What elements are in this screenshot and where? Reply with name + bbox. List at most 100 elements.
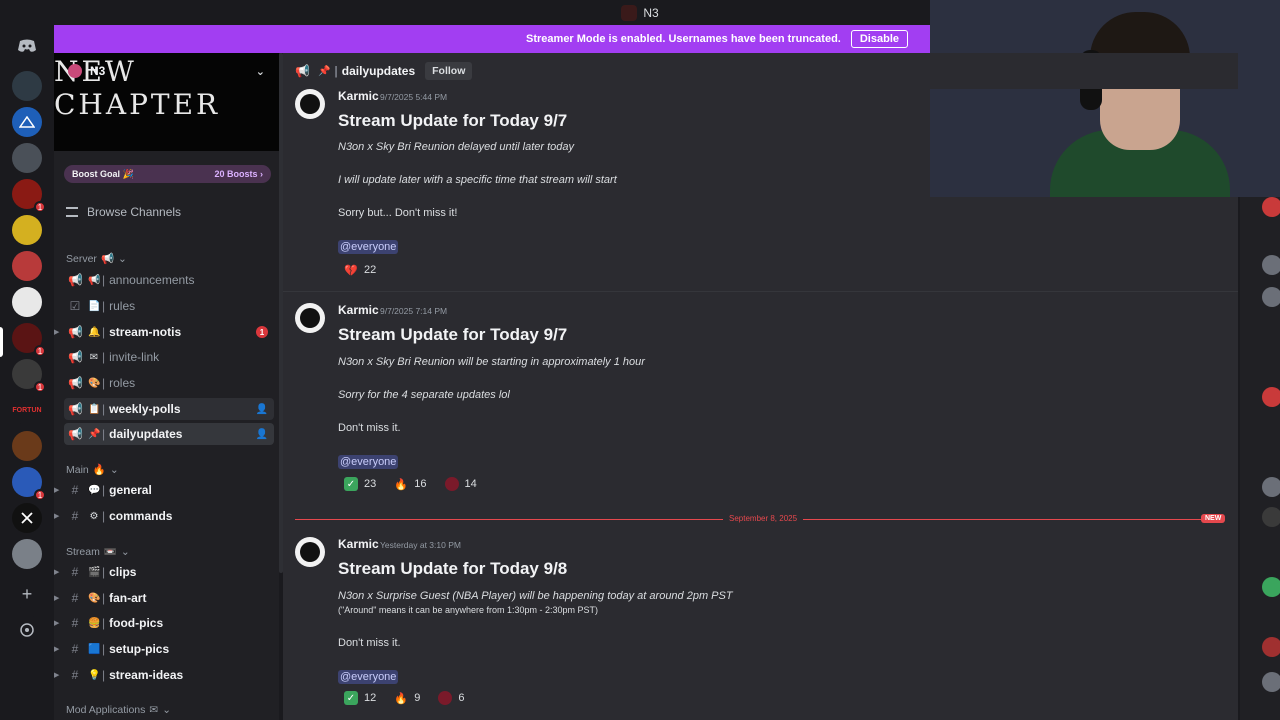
member-avatar[interactable] [1262,477,1280,497]
channel-general[interactable]: ▶ # 💬 | general [54,479,274,501]
category-label: Stream [66,545,100,558]
reactions: ✓ 12 🔥 9 6 [338,688,471,708]
reaction[interactable]: 🔥 16 [388,474,432,494]
server-icon-5[interactable] [12,215,42,245]
unread-indicator: ▶ [54,329,60,336]
member-avatar[interactable] [1262,577,1280,597]
channel-food-pics[interactable]: ▶ # 🍔 | food-pics [54,612,274,634]
boost-goal-bar[interactable]: Boost Goal 🎉 20 Boosts › [64,165,271,183]
separator: | [334,64,338,78]
channel-stream-ideas[interactable]: ▶ # 💡 | stream-ideas [54,664,274,686]
server-icon-9[interactable]: 1 [12,359,46,393]
chevron-down-icon: ⌄ [162,704,172,716]
message-author[interactable]: Karmic [338,89,379,103]
separator: | [102,565,106,579]
reaction[interactable]: ✓ 23 [338,474,382,494]
channel-emoji: 🎨 [88,377,101,389]
channel-name: setup-pics [109,642,170,656]
channel-emoji: 📌 [88,428,101,440]
server-icon-2[interactable] [12,107,42,137]
everyone-mention[interactable]: @everyone [338,670,399,684]
reaction[interactable]: ✓ 12 [338,688,382,708]
member-avatar[interactable] [1262,197,1280,217]
avatar[interactable] [295,89,325,119]
reactions: ✓ 23 🔥 16 14 [338,474,483,494]
channel-stream-notis[interactable]: ▶ 📢 🔔 | stream-notis 1 [54,321,274,343]
message-line: N3on x Sky Bri Reunion will be starting … [338,356,645,368]
disable-button[interactable]: Disable [850,30,908,48]
channel-name: rules [109,299,136,313]
server-icon-13[interactable] [12,539,42,569]
category-mod-applications[interactable]: Mod Applications ✉ ⌄ [66,704,171,716]
x-server-icon[interactable] [12,503,42,533]
server-icon-6[interactable] [12,251,42,281]
discover-icon[interactable] [12,615,42,645]
separator: | [102,350,106,364]
channel-fan-art[interactable]: ▶ # 🎨 | fan-art [54,587,274,609]
message-timestamp: 9/7/2025 7:14 PM [380,306,448,316]
server-icon-12[interactable]: 1 [12,467,46,501]
chevron-down-icon: ⌄ [109,463,119,476]
add-server-icon[interactable]: + [12,579,42,609]
category-stream[interactable]: Stream 📼 ⌄ [66,545,130,559]
channel-commands[interactable]: ▶ # ⚙ | commands [54,505,274,527]
megaphone-icon: 📢 [100,253,115,265]
browse-channels[interactable]: Browse Channels [66,205,181,219]
channel-roles[interactable]: 📢 🎨 | roles [64,372,274,394]
reaction-count: 14 [464,478,477,490]
channel-invite-link[interactable]: 📢 ✉ | invite-link [64,346,274,368]
everyone-mention[interactable]: @everyone [338,240,399,254]
category-main[interactable]: Main 🔥 ⌄ [66,463,119,477]
category-label: Main [66,463,89,476]
avatar[interactable] [295,303,325,333]
separator: | [102,642,106,656]
channel-clips[interactable]: ▶ # 🎬 | clips [54,561,274,583]
avatar[interactable] [295,537,325,567]
invite-member-icon[interactable]: 👤 [256,404,268,415]
invite-member-icon[interactable]: 👤 [256,429,268,440]
channel-weekly-polls[interactable]: 📢 📋 | weekly-polls 👤 [64,398,274,420]
server-header[interactable]: N3 ⌄ [54,53,279,89]
member-avatar[interactable] [1262,637,1280,657]
list-icon [66,207,78,217]
message-author[interactable]: Karmic [338,537,379,551]
channel-dailyupdates[interactable]: 📢 📌 | dailyupdates 👤 [64,423,274,445]
server-icon-10[interactable]: FORTUN [12,395,42,425]
member-avatar[interactable] [1262,255,1280,275]
unread-indicator: ▶ [54,646,60,653]
server-icon-4[interactable]: 1 [12,179,46,213]
member-avatar[interactable] [1262,387,1280,407]
reaction[interactable]: 🔥 9 [388,688,426,708]
category-server[interactable]: Server 📢 ⌄ [66,252,127,266]
pin-icon: 📌 [317,65,331,77]
channel-name: roles [109,376,136,390]
member-avatar[interactable] [1262,287,1280,307]
channel-name: dailyupdates [109,427,183,441]
channel-rules[interactable]: ☑ 📄 | rules [64,295,274,317]
server-icon-3[interactable] [12,143,42,173]
message-author[interactable]: Karmic [338,303,379,317]
server-icon-11[interactable] [12,431,42,461]
channel-setup-pics[interactable]: ▶ # 🟦 | setup-pics [54,638,274,660]
member-avatar[interactable] [1262,672,1280,692]
reaction[interactable]: 14 [439,474,483,494]
member-avatar[interactable] [1262,507,1280,527]
message-line: Sorry for the 4 separate updates lol [338,389,510,401]
server-icon-8[interactable]: 1 [12,323,46,357]
server-name: N3 [90,64,106,78]
fire-icon: 🔥 [394,692,409,705]
banner-text: Streamer Mode is enabled. Usernames have… [526,33,841,45]
channel-emoji: 🔔 [88,326,101,338]
follow-button[interactable]: Follow [425,62,473,80]
discord-home-icon[interactable] [12,31,42,61]
server-mini-icon [621,4,638,21]
reaction[interactable]: 6 [432,688,470,708]
reaction[interactable]: 💔 22 [338,260,382,280]
unread-indicator: ▶ [54,487,60,494]
server-icon-1[interactable] [12,71,42,101]
channel-announcements[interactable]: 📢 📢 | announcements [64,269,274,291]
channel-emoji: ⚙ [89,510,99,522]
mention-badge: 1 [256,326,268,338]
everyone-mention[interactable]: @everyone [338,455,399,469]
server-icon-7[interactable] [12,287,42,317]
